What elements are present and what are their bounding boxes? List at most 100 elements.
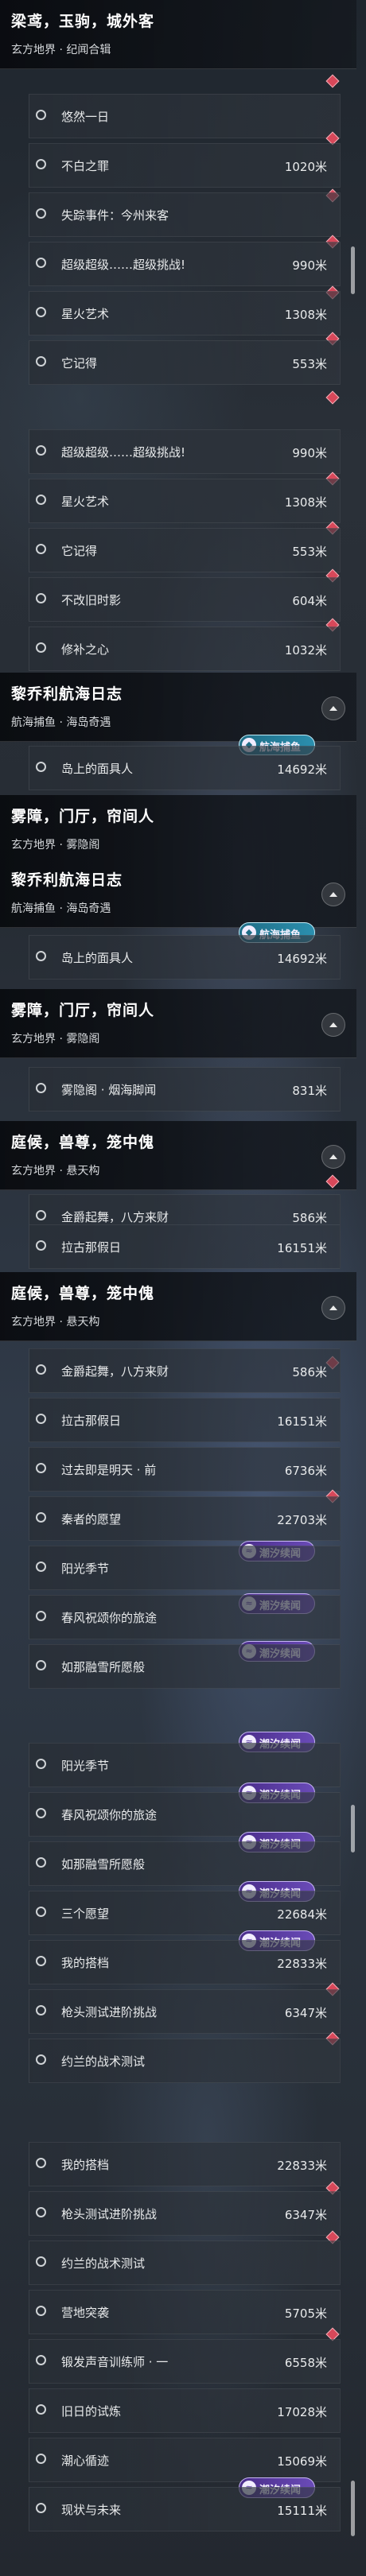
quest-status-icon [36,258,46,268]
quest-row[interactable]: 岛上的面具人 14692米 [29,935,341,980]
section-header[interactable]: 庭候，兽尊，笼中傀 玄方地界 · 悬天构 [0,1272,356,1341]
chevron-up-icon [329,706,337,711]
quest-status-icon [36,2005,46,2015]
quest-row[interactable]: 不白之罪 1020米 [29,143,341,188]
section-title: 黎乔利航海日志 [11,685,123,703]
quest-status-icon [36,445,46,456]
quest-row[interactable]: 阳光季节 [29,1546,341,1590]
quest-name: 我的搭档 [61,2158,110,2172]
quest-status-icon [36,1611,46,1621]
quest-row[interactable]: 失踪事件：今州来客 [29,192,341,237]
quest-row[interactable]: 我的搭档 22833米 [29,1940,341,1984]
scrollbar[interactable] [351,246,355,294]
quest-status-icon [36,1083,46,1093]
quest-distance: 586米 [292,1365,327,1379]
quest-row[interactable]: 锻发声音训练师 · 一 6558米 [29,2339,341,2384]
quest-panel-2: 超级超级……超级挑战! 990米 星火艺术 1308米 它记得 553米 不改旧… [0,429,366,795]
quest-row[interactable]: 现状与未来 15111米 [29,2487,341,2531]
quest-name: 枪头测试进阶挑战 [61,2207,158,2221]
quest-row[interactable]: 超级超级……超级挑战! 990米 [29,429,341,474]
quest-name: 雾隐阁 · 烟海脚闻 [61,1083,157,1097]
quest-marker-icon [325,74,340,88]
quest-row[interactable]: 雾隐阁 · 烟海脚闻 831米 [29,1067,341,1111]
quest-row[interactable]: 潮心循迹 15069米 [29,2438,341,2482]
quest-name: 春风祝颂你的旅途 [61,1611,158,1625]
section-subtitle: 玄方地界 · 纪闻合辑 [11,44,111,56]
quest-row[interactable]: 如那融雪所愿般 [29,1644,341,1689]
quest-name: 潮心循迹 [61,2454,110,2468]
quest-status-icon [36,1907,46,1917]
quest-row[interactable]: 拉古那假日 16151米 [29,1398,341,1442]
quest-row[interactable]: 三个愿望 22684米 [29,1891,341,1935]
quest-row[interactable]: 阳光季节 [29,1743,341,1787]
quest-status-icon [36,2256,46,2267]
quest-row[interactable]: 约兰的战术测试 [29,2039,341,2083]
quest-name: 金爵起舞，八方来财 [61,1364,169,1379]
quest-row[interactable]: 枪头测试进阶挑战 6347米 [29,1989,341,2034]
section-header[interactable]: 黎乔利航海日志 航海捕鱼 · 海岛奇遇 [0,859,356,928]
quest-row[interactable]: 枪头测试进阶挑战 6347米 [29,2191,341,2236]
quest-status-icon [36,2158,46,2168]
quest-panel-3: 雾障，门厅，帘间人 玄方地界 · 雾隐阁 [0,795,366,859]
section-header[interactable]: 雾障，门厅，帘间人 玄方地界 · 雾隐阁 [0,795,356,859]
quest-distance: 553米 [292,545,327,559]
quest-name: 三个愿望 [61,1907,110,1921]
quest-row[interactable]: 金爵起舞，八方来财 586米 [29,1348,341,1393]
quest-row[interactable]: 旧日的试炼 17028米 [29,2388,341,2433]
quest-status-icon [36,1364,46,1375]
quest-distance: 990米 [292,446,327,460]
quest-distance: 17028米 [277,2405,327,2419]
quest-status-icon [36,307,46,317]
quest-row[interactable]: 岛上的面具人 14692米 [29,746,341,790]
section-title: 雾障，门厅，帘间人 [11,808,155,825]
quest-name: 岛上的面具人 [61,951,134,965]
quest-row[interactable]: 星火艺术 1308米 [29,291,341,336]
quest-row[interactable]: 超级超级……超级挑战! 990米 [29,242,341,286]
quest-row[interactable]: 营地突袭 5705米 [29,2290,341,2334]
quest-name: 旧日的试炼 [61,2404,122,2419]
chevron-up-icon [329,1022,337,1027]
quest-row[interactable]: 它记得 553米 [29,528,341,572]
quest-distance: 1032米 [284,643,327,658]
chevron-up-icon [329,1154,337,1159]
collapse-button[interactable] [321,1145,345,1169]
quest-row[interactable]: 拉古那假日 16151米 [29,1224,341,1269]
section-header[interactable]: 庭候，兽尊，笼中傀 玄方地界 · 悬天构 [0,1121,356,1190]
quest-name: 如那融雪所愿般 [61,1857,146,1872]
collapse-button[interactable] [321,1296,345,1320]
quest-row[interactable]: 如那融雪所愿般 [29,1841,341,1886]
quest-row[interactable]: 春风祝颂你的旅途 [29,1595,341,1639]
collapse-button[interactable] [321,883,345,906]
quest-status-icon [36,2503,46,2513]
quest-distance: 1308米 [284,495,327,510]
quest-status-icon [36,208,46,219]
quest-row[interactable]: 悠然一日 [29,94,341,138]
quest-status-icon [36,159,46,169]
quest-row[interactable]: 修补之心 1032米 [29,627,341,671]
quest-row[interactable]: 星火艺术 1308米 [29,479,341,523]
collapse-button[interactable] [321,696,345,720]
quest-row[interactable]: 春风祝颂你的旅途 [29,1792,341,1837]
quest-distance: 15111米 [277,2504,327,2518]
quest-row[interactable]: 我的搭档 22833米 [29,2142,341,2186]
quest-distance: 1308米 [284,308,327,322]
quest-distance: 22684米 [277,1907,327,1922]
quest-row[interactable]: 秦者的愿望 22703米 [29,1496,341,1541]
quest-name: 约兰的战术测试 [61,2256,146,2271]
quest-distance: 22833米 [277,2159,327,2173]
quest-status-icon [36,110,46,120]
quest-row[interactable]: 金爵起舞，八方来财 586米 [29,1194,341,1224]
scrollbar[interactable] [351,2481,355,2536]
quest-row[interactable]: 它记得 553米 [29,340,341,385]
collapse-button[interactable] [321,1013,345,1037]
quest-status-icon [36,1512,46,1523]
scrollbar[interactable] [351,1805,355,1852]
section-header[interactable]: 梁鸢，玉驹，城外客 玄方地界 · 纪闻合辑 [0,0,356,69]
section-header[interactable]: 雾障，门厅，帘间人 玄方地界 · 雾隐阁 [0,989,356,1058]
quest-row[interactable]: 不改旧时影 604米 [29,577,341,622]
quest-status-icon [36,2355,46,2365]
section-subtitle: 玄方地界 · 悬天构 [11,1165,100,1177]
quest-row[interactable]: 约兰的战术测试 [29,2240,341,2285]
section-header[interactable]: 黎乔利航海日志 航海捕鱼 · 海岛奇遇 [0,673,356,742]
quest-row[interactable]: 过去即是明天 · 前 6736米 [29,1447,341,1492]
